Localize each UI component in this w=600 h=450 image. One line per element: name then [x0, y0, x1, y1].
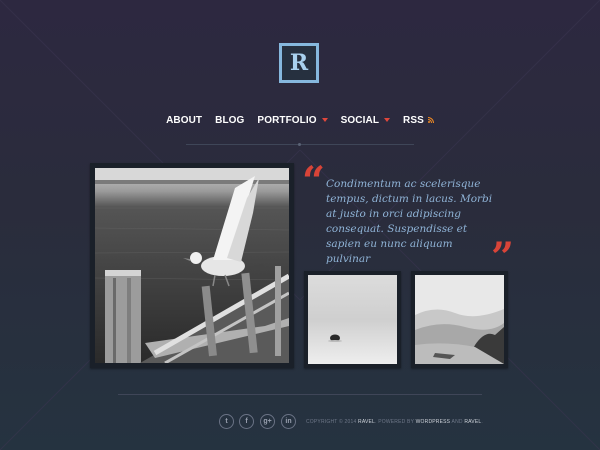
footer-link-ravel[interactable]: RAVEL [358, 419, 375, 425]
footer-link-wordpress[interactable]: WORDPRESS [416, 419, 451, 425]
site-logo[interactable]: R [279, 43, 319, 83]
facebook-icon[interactable]: f [239, 414, 254, 429]
seagull-image [95, 168, 289, 363]
landscape-image [415, 275, 504, 364]
quote-text: Condimentum ac scelerisque tempus, dictu… [326, 178, 493, 265]
thumbnail-2[interactable] [411, 271, 508, 368]
nav-item-about[interactable]: ABOUT [166, 115, 202, 126]
featured-photo[interactable] [90, 163, 294, 368]
nav-label: PORTFOLIO [257, 114, 317, 126]
dropdown-caret-icon [321, 118, 328, 122]
logo-letter: R [289, 50, 309, 76]
quote-open-mark: “ [302, 158, 326, 205]
nav-label: RSS [403, 114, 424, 126]
footer-divider [118, 394, 482, 395]
nav-label: BLOG [215, 114, 245, 126]
linkedin-icon[interactable]: in [281, 414, 296, 429]
googleplus-icon[interactable]: g+ [260, 414, 275, 429]
divider-dot [298, 143, 301, 146]
footer-link-ravel-theme[interactable]: RAVEL [464, 419, 481, 425]
rss-icon [427, 117, 434, 123]
nav-label: ABOUT [166, 114, 203, 126]
dropdown-caret-icon [384, 118, 391, 122]
nav-item-social[interactable]: SOCIAL [340, 114, 391, 126]
thumbnail-1[interactable] [304, 271, 401, 368]
snow-image [308, 275, 397, 364]
nav-label: SOCIAL [340, 114, 380, 126]
nav-item-rss[interactable]: RSS [403, 115, 434, 126]
nav-item-blog[interactable]: BLOG [215, 115, 244, 126]
twitter-icon[interactable]: t [219, 414, 234, 429]
main-navigation: ABOUT BLOG PORTFOLIO SOCIAL RSS [0, 112, 600, 128]
nav-item-portfolio[interactable]: PORTFOLIO [257, 114, 328, 126]
footer-copyright: COPYRIGHT © 2014 RAVEL. POWERED BY WORDP… [306, 419, 483, 425]
